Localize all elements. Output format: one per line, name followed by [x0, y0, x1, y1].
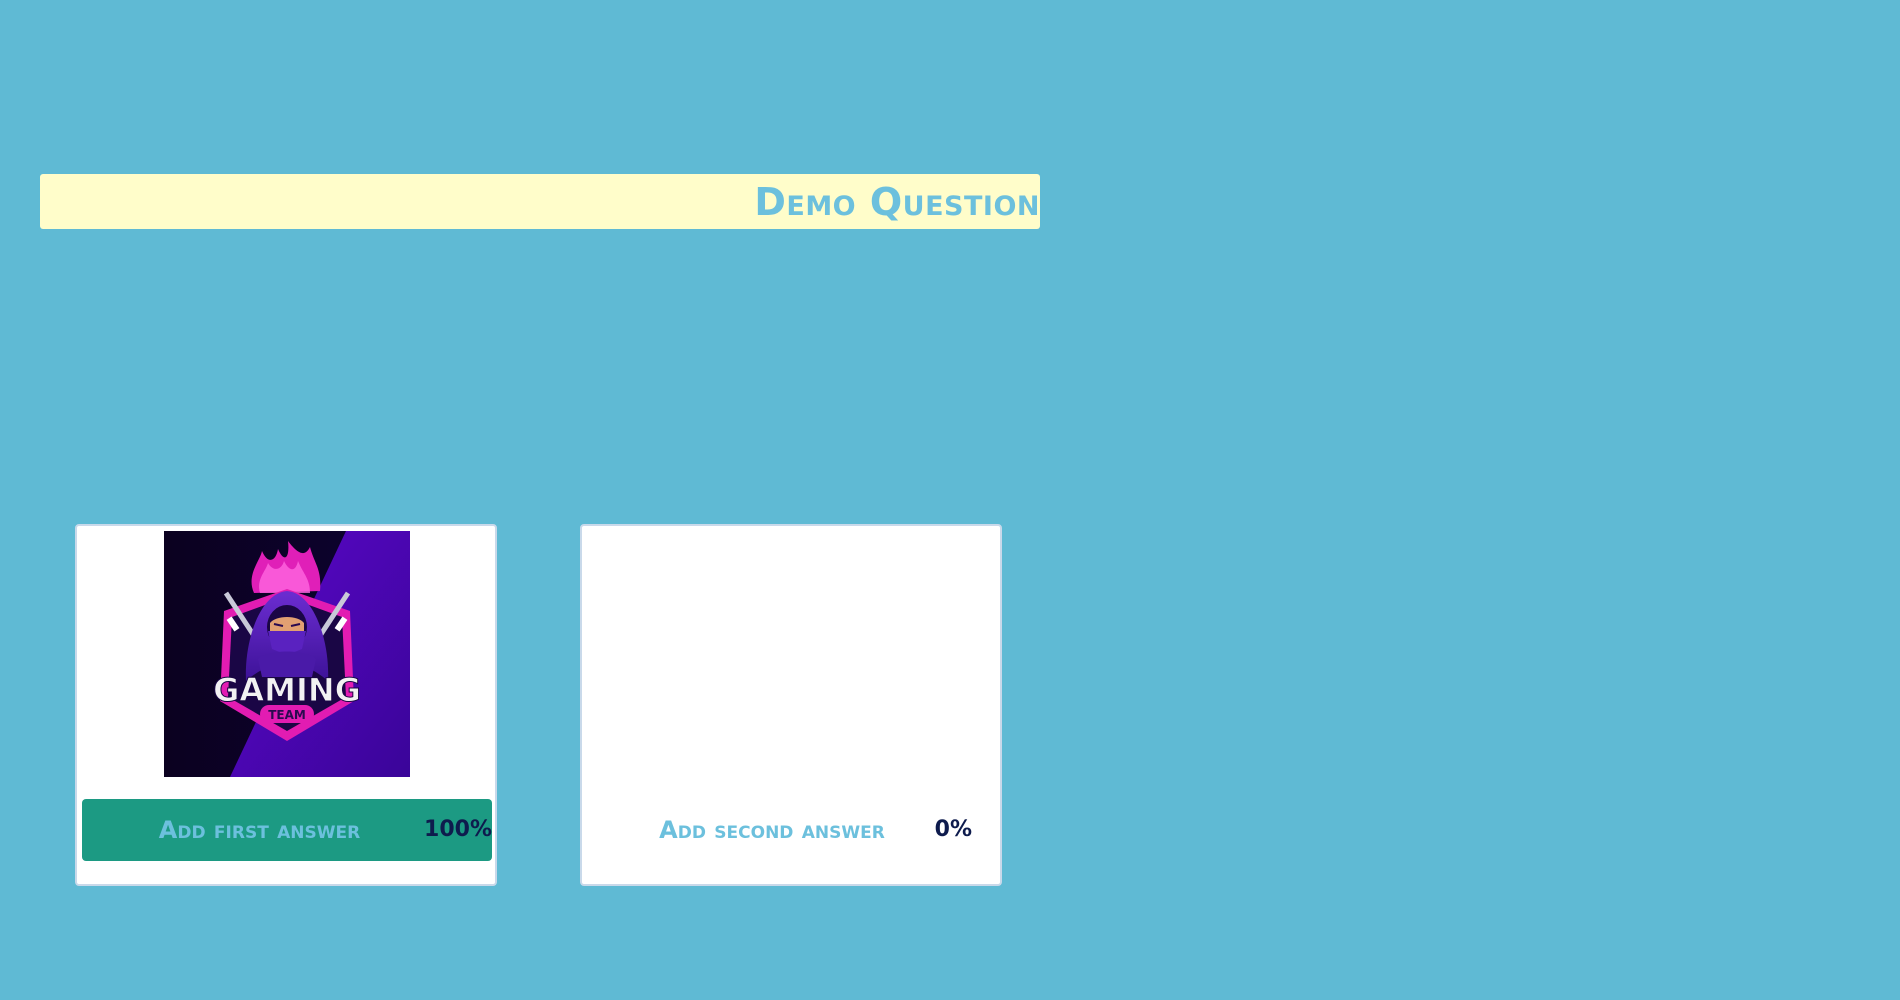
poll-page: Demo Question GAMING TEAM Add first answ… — [0, 0, 1900, 1000]
first-answer-button[interactable]: Add first answer 100% — [82, 799, 492, 861]
answer-card-second[interactable]: Add second answer 0% — [580, 524, 1002, 886]
first-answer-percent: 100% — [424, 817, 492, 842]
question-title: Demo Question — [754, 179, 1040, 224]
second-answer-percent: 0% — [934, 817, 972, 842]
second-answer-button[interactable]: Add second answer 0% — [587, 799, 987, 861]
gaming-team-logo-icon: GAMING TEAM — [164, 531, 410, 777]
svg-text:GAMING: GAMING — [213, 671, 361, 709]
gaming-team-logo-image: GAMING TEAM — [164, 531, 410, 777]
second-answer-label: Add second answer — [659, 816, 885, 844]
answer-card-first[interactable]: GAMING TEAM Add first answer 100% — [75, 524, 497, 886]
question-bar: Demo Question — [40, 174, 1040, 229]
svg-text:TEAM: TEAM — [268, 708, 306, 722]
first-answer-label: Add first answer — [158, 816, 361, 844]
